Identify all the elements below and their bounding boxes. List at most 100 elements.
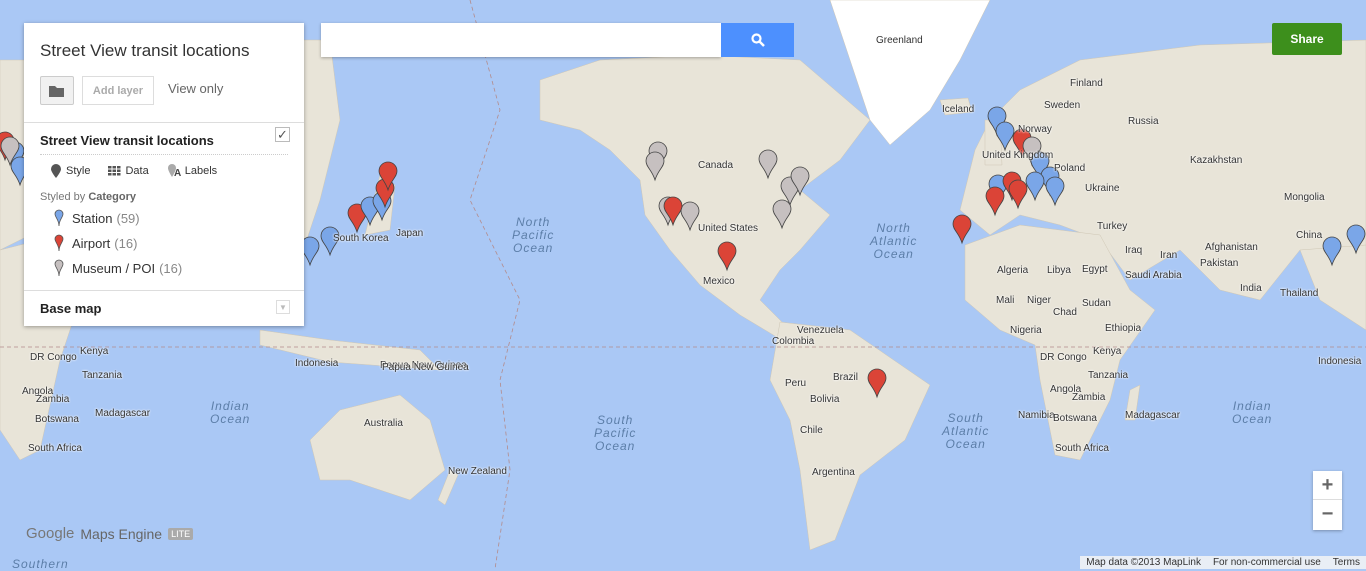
search-input[interactable] (321, 23, 721, 57)
date-line (469, 0, 521, 569)
non-commercial-notice: For non-commercial use (1212, 557, 1321, 568)
place-label: South Africa (28, 443, 82, 454)
place-label: Turkey (1097, 221, 1128, 232)
place-label: Indonesia (295, 358, 339, 369)
place-label: Chad (1053, 307, 1077, 318)
place-label: Papua New Guinea (382, 362, 469, 373)
ocean-label: South Atlantic Ocean (942, 411, 990, 451)
ocean-label: Southern (12, 557, 69, 571)
place-label: United Kingdom (982, 150, 1054, 161)
place-label: Indonesia (1318, 356, 1362, 367)
zoom-out-button[interactable]: − (1313, 500, 1342, 529)
place-label: Nigeria (1010, 325, 1042, 336)
map-data-attribution: Map data ©2013 MapLink (1086, 557, 1201, 568)
svg-text:A: A (174, 168, 181, 178)
folder-icon (49, 85, 64, 97)
place-label: Madagascar (1125, 410, 1181, 421)
place-label: Sudan (1082, 298, 1111, 309)
place-label: Ukraine (1085, 183, 1120, 194)
pin-style-icon (51, 164, 61, 178)
place-label: Greenland (876, 35, 923, 46)
legend-item[interactable]: Airport (16) (40, 228, 288, 253)
view-only-label: View only (168, 81, 224, 96)
layer-title[interactable]: Street View transit locations (40, 133, 288, 155)
place-label: Zambia (1072, 392, 1106, 403)
place-label: DR Congo (30, 352, 77, 363)
place-label: Brazil (833, 372, 859, 383)
place-label: Algeria (997, 265, 1029, 276)
place-label: Venezuela (797, 325, 844, 336)
place-label: Tanzania (82, 370, 123, 381)
pin-label-icon: A (167, 164, 181, 178)
place-label: Afghanistan (1205, 242, 1258, 253)
place-label: Zambia (36, 394, 70, 405)
place-label: DR Congo (1040, 352, 1087, 363)
map-title[interactable]: Street View transit locations (24, 23, 304, 61)
place-label: Norway (1018, 124, 1052, 135)
place-label: Mexico (703, 276, 735, 287)
ocean-label: North Atlantic Ocean (870, 221, 918, 261)
share-button[interactable]: Share (1272, 23, 1342, 55)
labels-tool[interactable]: A Labels (167, 164, 217, 178)
zoom-control: + − (1313, 471, 1342, 530)
legend-item[interactable]: Museum / POI (16) (40, 253, 288, 278)
add-layer-button[interactable]: Add layer (82, 76, 154, 105)
place-label: Japan (396, 228, 424, 239)
place-label: Bolivia (810, 394, 840, 405)
search-button[interactable] (721, 23, 794, 57)
place-label: Saudi Arabia (1125, 270, 1182, 281)
styled-by-label: Styled by Category (40, 191, 136, 203)
place-label: Namibia (1018, 410, 1055, 421)
place-label: Egypt (1082, 264, 1108, 275)
place-label: Mongolia (1284, 192, 1325, 203)
place-label: New Zealand (448, 466, 507, 477)
zoom-in-button[interactable]: + (1313, 471, 1342, 500)
landmass-australia (309, 394, 446, 501)
place-label: Ethiopia (1105, 323, 1142, 334)
base-map-section[interactable]: Base map ▼ (24, 290, 304, 326)
style-tool[interactable]: Style (50, 164, 90, 178)
attribution-bar: Map data ©2013 MapLink For non-commercial… (1080, 556, 1366, 569)
terms-link[interactable]: Terms (1333, 557, 1360, 568)
place-label: Tanzania (1088, 370, 1129, 381)
place-label: Colombia (772, 336, 815, 347)
place-label: Madagascar (95, 408, 151, 419)
place-label: Thailand (1280, 288, 1319, 299)
landmass-sa (769, 321, 931, 551)
place-label: India (1240, 283, 1262, 294)
layer-visibility-checkbox[interactable]: ✓ (275, 127, 290, 142)
layer-section: Street View transit locations ✓ Style Da… (24, 122, 304, 290)
place-label: South Africa (1055, 443, 1109, 454)
ocean-label: South Pacific Ocean (594, 413, 637, 453)
place-label: South Korea (333, 233, 389, 244)
place-label: Botswana (1053, 413, 1097, 424)
marker-icon (54, 209, 64, 227)
layers-panel: Street View transit locations Add layer … (24, 23, 304, 326)
base-map-label: Base map (40, 301, 102, 316)
place-label: Chile (800, 425, 823, 436)
place-label: Libya (1047, 265, 1071, 276)
legend-item[interactable]: Station (59) (40, 203, 288, 228)
place-label: Niger (1027, 295, 1051, 306)
place-label: Canada (698, 160, 734, 171)
place-label: Argentina (812, 467, 855, 478)
ocean-label: Indian Ocean (210, 399, 251, 426)
place-label: Peru (785, 378, 807, 389)
place-label: Botswana (35, 414, 79, 425)
ocean-label: Indian Ocean (1232, 399, 1273, 426)
marker-icon (54, 259, 64, 277)
map-marker[interactable] (952, 214, 972, 245)
place-label: China (1296, 230, 1323, 241)
place-label: Russia (1128, 116, 1159, 127)
place-label: Kenya (1093, 346, 1122, 357)
place-label: Poland (1054, 163, 1086, 174)
open-map-button[interactable] (40, 76, 74, 105)
place-label: Finland (1070, 78, 1103, 89)
data-tool[interactable]: Data (108, 164, 149, 178)
place-label: Iraq (1125, 245, 1143, 256)
place-label: Iran (1160, 250, 1178, 261)
chevron-down-icon[interactable]: ▼ (276, 300, 290, 314)
google-maps-engine-logo: Google Maps Engine LITE (26, 525, 194, 542)
place-label: United States (698, 223, 759, 234)
grid-icon (108, 166, 121, 176)
